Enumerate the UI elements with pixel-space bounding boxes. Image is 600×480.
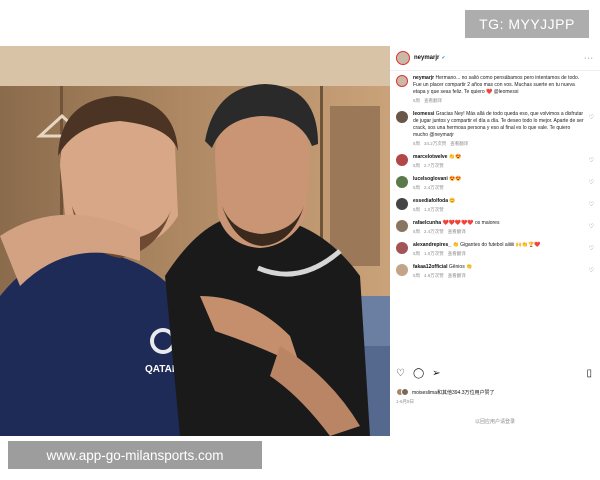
comment-heart-icon[interactable]: ♡	[589, 201, 594, 208]
caption: neymarjr Hermano... no salió como pensáb…	[396, 75, 594, 104]
comment-text: 👏😍	[448, 154, 462, 160]
comment-avatar[interactable]	[396, 242, 408, 254]
comment-heart-icon[interactable]: ♡	[589, 157, 594, 164]
share-icon[interactable]: ➢	[432, 368, 440, 379]
comment-item: lucelsoglovani 😍😍 5周 2.4万次赞 ♡	[396, 176, 594, 191]
comment-translate-link[interactable]: 查看翻译	[448, 273, 466, 278]
comment-text: 👏 Gigantes do futebol aiiiiii 🙌👏🏆❤️	[452, 242, 541, 248]
comment-translate-link[interactable]: 查看翻译	[450, 141, 468, 146]
comment-heart-icon[interactable]: ♡	[589, 179, 594, 186]
caption-time: 5周	[413, 98, 421, 103]
photo-illustration: QATAR AIRWAYS	[0, 46, 390, 436]
comment-translate-link[interactable]: 查看翻译	[448, 229, 466, 234]
heart-icon[interactable]: ♡	[396, 368, 405, 379]
comment-item: essediafolfoda 😊 5周 1.0万次赞 ♡	[396, 198, 594, 213]
comment-heart-icon[interactable]: ♡	[589, 267, 594, 274]
caption-translate-link[interactable]: 查看翻译	[424, 98, 442, 103]
comment-username[interactable]: rafaelcunha	[413, 220, 441, 226]
comment-heart-icon[interactable]: ♡	[589, 245, 594, 252]
comment-avatar[interactable]	[396, 220, 408, 232]
post-photo[interactable]: QATAR AIRWAYS	[0, 46, 390, 436]
caption-username[interactable]: neymarjr	[413, 75, 434, 81]
comments-list: neymarjr Hermano... no salió como pensáb…	[390, 71, 600, 279]
comment-likes[interactable]: 1.0万次赞	[424, 207, 444, 212]
comment-time: 5周	[413, 229, 421, 234]
post-actions: ♡ ◯ ➢ ▯	[396, 368, 592, 379]
watermark-bottom-left: www.app-go-milansports.com	[8, 441, 262, 469]
comment-translate-link[interactable]: 查看翻译	[448, 251, 466, 256]
comment-avatar[interactable]	[396, 264, 408, 276]
comment-item: leomessi Gracias Ney! Más allá de todo q…	[396, 111, 594, 147]
comment-avatar[interactable]	[396, 154, 408, 166]
comment-time: 5周	[413, 141, 421, 146]
liker-avatar	[401, 388, 409, 396]
comment-avatar[interactable]	[396, 198, 408, 210]
ellipsis-icon[interactable]: ···	[584, 55, 594, 62]
comment-username[interactable]: fakaa12official	[413, 264, 447, 270]
watermark-top-right: TG: MYYJJPP	[465, 10, 589, 38]
author-username[interactable]: neymarjr	[414, 55, 439, 61]
comment-likes[interactable]: 1.0万次赞	[424, 251, 444, 256]
comment-avatar[interactable]	[396, 111, 408, 123]
login-prompt[interactable]: 以回应用户请登录	[390, 418, 600, 425]
comment-time: 5周	[413, 185, 421, 190]
comment-avatar[interactable]	[396, 176, 408, 188]
comment-likes[interactable]: 2.7万次赞	[424, 163, 444, 168]
comment-time: 5周	[413, 207, 421, 212]
post-side-panel: neymarjr ✔ ··· neymarjr Hermano... no sa…	[390, 46, 600, 436]
caption-text: Hermano... no salió como pensábamos pero…	[413, 75, 580, 95]
comment-username[interactable]: essediafolfoda	[413, 198, 448, 204]
verified-icon: ✔	[441, 55, 446, 61]
comment-text: ❤️❤️❤️❤️❤️ os maiores	[442, 220, 500, 226]
comment-item: fakaa12official Gênios 👏 5周 4.6万次赞 查看翻译 ♡	[396, 264, 594, 279]
comment-time: 5周	[413, 251, 421, 256]
comment-likes[interactable]: 2.4万次赞	[424, 229, 444, 234]
comment-username[interactable]: alexandrepires_	[413, 242, 451, 248]
comment-text: 😊	[449, 198, 456, 204]
comment-heart-icon[interactable]: ♡	[589, 223, 594, 230]
post-date: 1-6月9日	[396, 399, 415, 404]
author-avatar[interactable]	[396, 51, 410, 65]
comment-text: Gênios 👏	[448, 264, 473, 270]
comment-likes[interactable]: 2.4万次赞	[424, 185, 444, 190]
comment-icon[interactable]: ◯	[413, 368, 424, 379]
comment-text: 😍😍	[449, 176, 462, 182]
comment-likes[interactable]: 4.6万次赞	[424, 273, 444, 278]
comment-username[interactable]: marcelotwelve	[413, 154, 447, 160]
comment-text: Gracias Ney! Más allá de todo queda eso,…	[413, 111, 584, 138]
comment-item: alexandrepires_ 👏 Gigantes do futebol ai…	[396, 242, 594, 257]
comment-likes[interactable]: 34.2万次赞	[424, 141, 446, 146]
comment-username[interactable]: leomessi	[413, 111, 434, 117]
post-header: neymarjr ✔ ···	[390, 46, 600, 71]
bookmark-icon[interactable]: ▯	[586, 368, 592, 379]
comment-time: 5周	[413, 273, 421, 278]
comment-time: 5周	[413, 163, 421, 168]
comment-username[interactable]: lucelsoglovani	[413, 176, 448, 182]
likes-summary[interactable]: moiseslima和其他394.3万位用户赞了	[396, 388, 495, 396]
comment-item: rafaelcunha ❤️❤️❤️❤️❤️ os maiores 5周 2.4万…	[396, 220, 594, 235]
caption-avatar[interactable]	[396, 75, 408, 87]
likes-text: moiseslima和其他394.3万位用户赞了	[412, 389, 495, 396]
comment-heart-icon[interactable]: ♡	[589, 114, 594, 121]
comment-item: marcelotwelve 👏😍 5周 2.7万次赞 ♡	[396, 154, 594, 169]
